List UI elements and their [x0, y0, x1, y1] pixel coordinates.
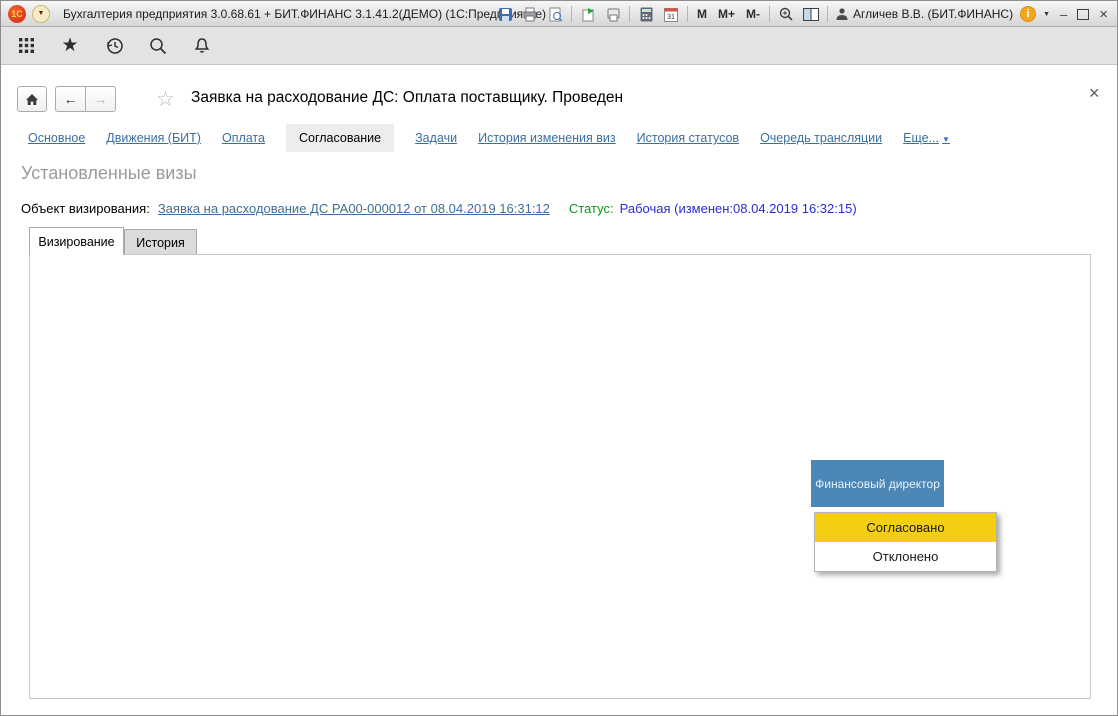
minimize-button[interactable]: –: [1057, 7, 1070, 22]
chevron-down-icon[interactable]: ▼: [1043, 11, 1050, 18]
main-menu-button[interactable]: ▼: [32, 5, 50, 23]
nav-link-main[interactable]: Основное: [28, 131, 85, 145]
nav-link-tasks[interactable]: Задачи: [415, 131, 457, 145]
print-icon[interactable]: [521, 5, 539, 23]
form-navigation: Основное Движения (БИТ) Оплата Согласова…: [28, 123, 950, 153]
send-document-icon[interactable]: [579, 5, 597, 23]
forward-arrow-icon: →: [94, 91, 108, 107]
menu-item-rejected[interactable]: Отклонено: [815, 542, 996, 571]
zoom-icon[interactable]: [777, 5, 795, 23]
tab-history[interactable]: История: [124, 229, 197, 255]
nav-link-movements[interactable]: Движения (БИТ): [106, 131, 201, 145]
history-icon[interactable]: [103, 35, 125, 57]
nav-link-broadcast-queue[interactable]: Очередь трансляции: [760, 131, 882, 145]
home-button[interactable]: [17, 86, 47, 112]
memory-m-plus-button[interactable]: M+: [716, 7, 737, 21]
nav-link-visa-history[interactable]: История изменения виз: [478, 131, 616, 145]
chevron-down-icon: ▼: [942, 135, 950, 144]
split-window-icon[interactable]: [802, 5, 820, 23]
close-window-button[interactable]: ×: [1096, 6, 1111, 23]
favorite-star-icon[interactable]: ☆: [156, 87, 175, 112]
app-window: 1С ▼ Бухгалтерия предприятия 3.0.68.61 +…: [0, 0, 1118, 716]
forward-button[interactable]: →: [85, 86, 116, 112]
favorites-icon[interactable]: ★: [59, 35, 81, 57]
object-label: Объект визирования:: [21, 201, 150, 216]
info-icon[interactable]: i: [1020, 6, 1036, 22]
calendar-icon[interactable]: 31: [662, 5, 680, 23]
maximize-button[interactable]: [1077, 9, 1089, 20]
nav-link-approval-active[interactable]: Согласование: [286, 124, 394, 152]
nav-link-more[interactable]: Еще...▼: [903, 131, 950, 145]
status-value: Рабочая (изменен:08.04.2019 16:32:15): [620, 201, 857, 216]
back-button[interactable]: ←: [55, 86, 86, 112]
user-name: Агличев В.В. (БИТ.ФИНАНС): [853, 7, 1013, 21]
back-arrow-icon: ←: [64, 91, 78, 107]
nav-link-status-history[interactable]: История статусов: [637, 131, 739, 145]
save-icon[interactable]: [496, 5, 514, 23]
status-label: Статус:: [569, 201, 614, 216]
1c-logo-icon: 1С: [8, 5, 26, 23]
print-preview-icon[interactable]: [546, 5, 564, 23]
home-icon: [24, 92, 40, 107]
close-form-icon[interactable]: ×: [1089, 83, 1100, 104]
nav-link-payment[interactable]: Оплата: [222, 131, 265, 145]
object-link[interactable]: Заявка на расходование ДС РА00-000012 от…: [158, 201, 550, 216]
user-icon: [835, 7, 849, 21]
calculator-icon[interactable]: [637, 5, 655, 23]
menu-item-approved[interactable]: Согласовано: [815, 513, 996, 542]
object-row: Объект визирования: Заявка на расходован…: [21, 198, 857, 218]
memory-m-minus-button[interactable]: M-: [744, 7, 762, 21]
quick-toolbar: ★: [1, 27, 1117, 65]
section-title: Установленные визы: [21, 163, 197, 184]
page-title: Заявка на расходование ДС: Оплата постав…: [191, 89, 623, 107]
flowchart-node-fin-director[interactable]: Финансовый директор: [811, 460, 944, 507]
window-title: Бухгалтерия предприятия 3.0.68.61 + БИТ.…: [63, 1, 546, 27]
title-bar: 1С ▼ Бухгалтерия предприятия 3.0.68.61 +…: [1, 1, 1117, 27]
notifications-bell-icon[interactable]: [191, 35, 213, 57]
search-icon[interactable]: [147, 35, 169, 57]
apps-grid-icon[interactable]: [15, 35, 37, 57]
decision-context-menu: Согласовано Отклонено: [814, 512, 997, 572]
memory-m-button[interactable]: M: [695, 7, 709, 21]
svg-text:31: 31: [667, 14, 675, 21]
tab-visa[interactable]: Визирование: [29, 227, 124, 255]
current-user[interactable]: Агличев В.В. (БИТ.ФИНАНС): [835, 7, 1013, 21]
print-document-icon[interactable]: [604, 5, 622, 23]
